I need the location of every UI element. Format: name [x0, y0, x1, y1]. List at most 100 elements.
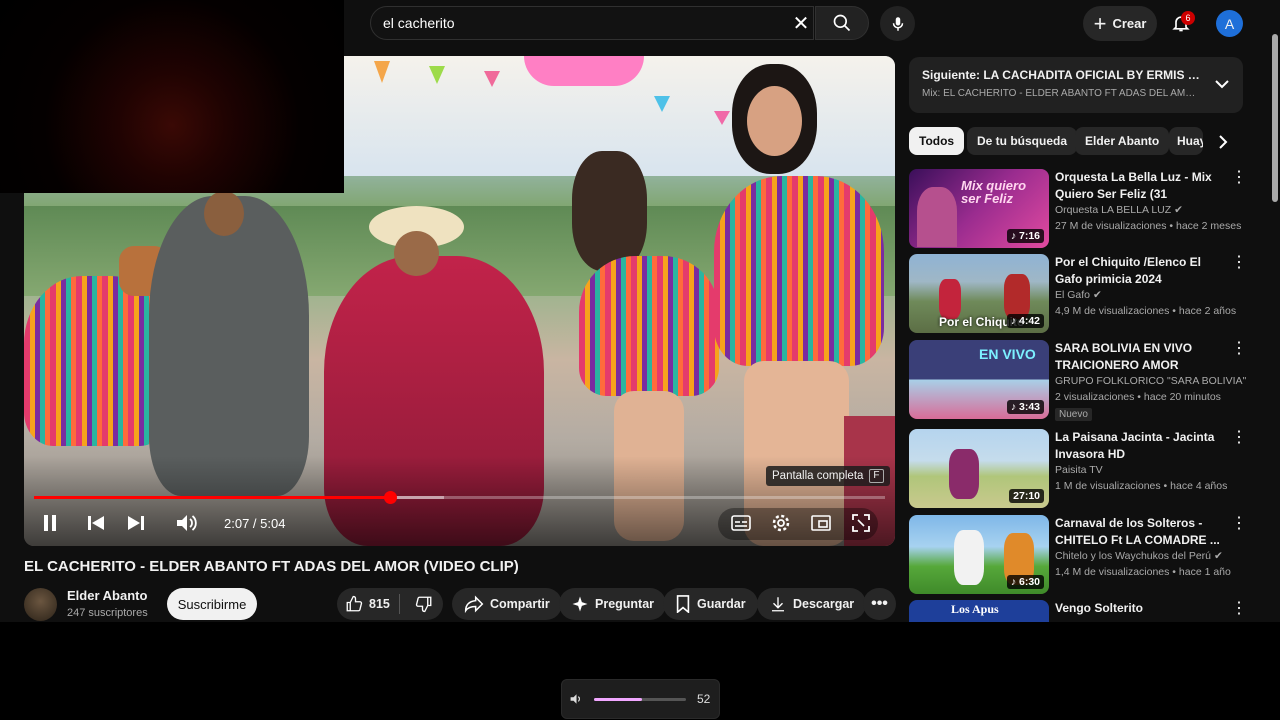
recommendation-title[interactable]: Vengo Solterito: [1055, 600, 1223, 617]
recommendation-channel[interactable]: El Gafo: [1055, 289, 1090, 301]
fullscreen-button[interactable]: [849, 509, 873, 537]
thumbnail-text: EN VIVO: [979, 346, 1036, 362]
chevron-right-icon[interactable]: [1212, 131, 1234, 153]
recommendation-title[interactable]: La Paisana Jacinta - Jacinta Invasora HD: [1055, 429, 1223, 463]
recommendation-item[interactable]: Mix quiero ser Feliz ♪ 7:16 Orquesta La …: [909, 169, 1247, 249]
duration-badge: 7:16: [1018, 230, 1040, 242]
download-button[interactable]: Descargar: [757, 588, 867, 620]
fullscreen-tooltip: Pantalla completa F: [766, 466, 890, 486]
duration-badge: 27:10: [1009, 489, 1044, 503]
volume-icon: [177, 515, 197, 531]
share-button[interactable]: Compartir: [452, 588, 562, 620]
recommendation-meta: 27 M de visualizaciones • hace 2 meses: [1055, 220, 1242, 232]
up-next-title: Siguiente: LA CACHADITA OFICIAL BY ERMIS…: [922, 68, 1202, 82]
like-icon: [346, 595, 363, 612]
video-thumbnail[interactable]: Mix quiero ser Feliz ♪ 7:16: [909, 169, 1049, 248]
recommendation-item[interactable]: Los Apus Vengo Solterito ⋮: [909, 600, 1243, 622]
recommendation-title[interactable]: Por el Chiquito /Elenco El Gafo primicia…: [1055, 254, 1223, 288]
duration-badge: 6:30: [1018, 576, 1040, 588]
more-icon[interactable]: ⋮: [1231, 515, 1247, 535]
pause-button[interactable]: [38, 509, 62, 537]
bookmark-icon: [676, 595, 690, 613]
recommendation-title[interactable]: Carnaval de los Solteros - CHITELO Ft LA…: [1055, 515, 1223, 549]
dancer-right-face: [747, 86, 802, 156]
music-note-icon: ♪: [1010, 315, 1019, 327]
miniplayer-button[interactable]: [809, 509, 833, 537]
dancer-hair: [572, 151, 647, 271]
save-button[interactable]: Guardar: [663, 588, 758, 620]
recommendation-item[interactable]: Por el Chiquito ♪ 4:42 Por el Chiquito /…: [909, 254, 1247, 334]
like-button[interactable]: 815: [337, 595, 391, 613]
subscriber-count: 247 suscriptores: [67, 607, 148, 619]
tooltip-key: F: [869, 469, 884, 483]
dislike-button[interactable]: [406, 595, 443, 613]
chip-from-search[interactable]: De tu búsqueda: [967, 127, 1078, 155]
pause-icon: [44, 515, 56, 531]
account-avatar[interactable]: A: [1216, 10, 1243, 37]
volume-value: 52: [697, 692, 711, 706]
recommendation-meta: 2 visualizaciones • hace 20 minutos: [1055, 391, 1221, 403]
more-icon[interactable]: ⋮: [1231, 429, 1247, 449]
share-label: Compartir: [490, 597, 550, 611]
mute-button[interactable]: [174, 509, 200, 537]
video-thumbnail[interactable]: 27:10: [909, 429, 1049, 508]
video-thumbnail[interactable]: ♪ 6:30: [909, 515, 1049, 594]
more-icon[interactable]: ⋮: [1231, 340, 1247, 360]
recommendation-channel[interactable]: Paisita TV: [1055, 464, 1103, 476]
recommendation-channel[interactable]: GRUPO FOLKLORICO "SARA BOLIVIA": [1055, 375, 1246, 387]
download-label: Descargar: [793, 597, 855, 611]
channel-name[interactable]: Elder Abanto: [67, 588, 147, 603]
recommendation-item[interactable]: EN VIVO ♪ 3:43 SARA BOLIVIA EN VIVO TRAI…: [909, 340, 1247, 421]
search-input[interactable]: el cacherito: [370, 6, 814, 40]
search-icon: [833, 14, 851, 32]
recommendation-title[interactable]: SARA BOLIVIA EN VIVO TRAICIONERO AMOR: [1055, 340, 1223, 374]
voice-search-button[interactable]: [880, 6, 915, 41]
plus-icon: +: [1093, 10, 1107, 36]
chip-elder-abanto[interactable]: Elder Abanto: [1075, 127, 1170, 155]
search-button[interactable]: [815, 6, 869, 40]
like-divider: [398, 594, 400, 614]
more-icon[interactable]: ⋮: [1231, 254, 1247, 274]
progress-scrubber[interactable]: [383, 491, 397, 504]
next-icon: [128, 516, 144, 530]
video-thumbnail[interactable]: EN VIVO ♪ 3:43: [909, 340, 1049, 419]
thumbnail-person: [954, 530, 984, 585]
thumbnail-person: [1004, 274, 1030, 319]
more-actions-button[interactable]: •••: [863, 588, 896, 620]
close-icon[interactable]: ✕: [788, 10, 814, 36]
chip-huaynos[interactable]: Huaynos: [1169, 127, 1203, 155]
more-icon[interactable]: ⋮: [1231, 169, 1247, 189]
scrollbar-thumb[interactable]: [1272, 34, 1278, 202]
recommendation-item[interactable]: 27:10 La Paisana Jacinta - Jacinta Invas…: [909, 429, 1247, 509]
recommendation-item[interactable]: ♪ 6:30 Carnaval de los Solteros - CHITEL…: [909, 515, 1247, 595]
recommendation-channel[interactable]: Chitelo y los Waychukos del Perú: [1055, 550, 1211, 562]
next-button[interactable]: [124, 509, 148, 537]
ask-button[interactable]: Preguntar: [559, 588, 667, 620]
dancer-middle: [579, 256, 719, 396]
save-label: Guardar: [697, 597, 746, 611]
miniplayer-overlay[interactable]: [0, 0, 344, 193]
chevron-down-icon[interactable]: [1212, 74, 1232, 94]
subtitles-icon: [731, 515, 751, 531]
volume-icon: [570, 694, 581, 704]
dancer-right: [714, 176, 884, 366]
subtitles-button[interactable]: [729, 509, 753, 537]
verified-icon: ✔: [1092, 289, 1102, 301]
more-icon[interactable]: ⋮: [1231, 600, 1243, 620]
recommendation-meta: 1,4 M de visualizaciones • hace 1 año: [1055, 566, 1231, 578]
subscribe-button[interactable]: Suscribirme: [167, 588, 257, 620]
channel-avatar[interactable]: [24, 588, 57, 621]
up-next-panel[interactable]: [909, 57, 1243, 113]
chip-all[interactable]: Todos: [909, 127, 965, 155]
up-next-subtitle: Mix: EL CACHERITO - ELDER ABANTO FT ADAS…: [922, 88, 1202, 99]
music-note-icon: ♪: [1010, 401, 1019, 413]
recommendation-channel[interactable]: Orquesta LA BELLA LUZ: [1055, 204, 1171, 216]
create-label: Crear: [1112, 16, 1147, 31]
man-head: [204, 191, 244, 236]
video-thumbnail[interactable]: Los Apus: [909, 600, 1049, 622]
settings-button[interactable]: [769, 509, 793, 537]
create-button[interactable]: + Crear: [1083, 6, 1157, 41]
previous-button[interactable]: [84, 509, 108, 537]
video-thumbnail[interactable]: Por el Chiquito ♪ 4:42: [909, 254, 1049, 333]
recommendation-title[interactable]: Orquesta La Bella Luz - Mix Quiero Ser F…: [1055, 169, 1223, 203]
